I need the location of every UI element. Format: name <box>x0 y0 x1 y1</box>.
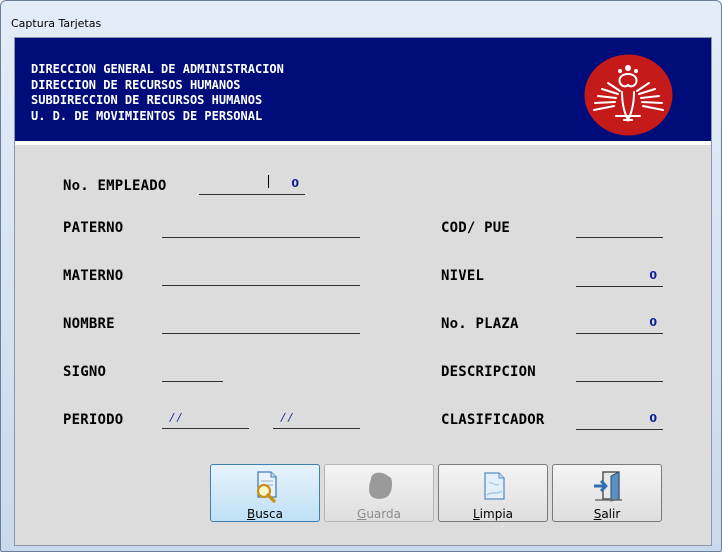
periodo-from-input[interactable]: / / <box>162 411 249 429</box>
window-title: Captura Tarjetas <box>11 17 102 30</box>
periodo-label: PERIODO <box>63 412 124 428</box>
nombre-input[interactable] <box>162 316 360 334</box>
materno-label: MATERNO <box>63 268 124 284</box>
paterno-label: PATERNO <box>63 220 124 236</box>
nivel-label: NIVEL <box>441 268 485 284</box>
header-banner: DIRECCION GENERAL DE ADMINISTRACION DIRE… <box>15 38 711 145</box>
guarda-button-label: Guarda <box>357 507 401 521</box>
limpia-button[interactable]: Limpia <box>438 464 548 522</box>
clasificador-label: CLASIFICADOR <box>441 412 545 428</box>
banner-line-1: DIRECCION GENERAL DE ADMINISTRACION <box>31 62 284 76</box>
search-document-icon <box>256 471 277 503</box>
banner-line-4: U. D. DE MOVIMIENTOS DE PERSONAL <box>31 108 263 123</box>
salir-button[interactable]: Salir <box>552 464 662 522</box>
periodo-to-input[interactable]: / / <box>273 411 360 429</box>
plaza-input[interactable]: 0 <box>576 316 663 334</box>
codpue-input[interactable] <box>576 220 663 238</box>
banner-text: DIRECCION GENERAL DE ADMINISTRACION DIRE… <box>31 62 284 124</box>
exit-door-icon <box>594 471 622 502</box>
clasificador-input[interactable]: 0 <box>576 412 663 430</box>
signo-label: SIGNO <box>63 364 107 380</box>
form-client-area: DIRECCION GENERAL DE ADMINISTRACION DIRE… <box>14 37 712 546</box>
clear-document-icon <box>484 472 505 500</box>
banner-line-3: SUBDIRECCION DE RECURSOS HUMANOS <box>31 93 263 107</box>
codpue-label: COD/ PUE <box>441 220 511 236</box>
empleado-label: No. EMPLEADO <box>63 178 167 194</box>
descripcion-input[interactable] <box>576 364 663 382</box>
app-window: Captura Tarjetas DIRECCION GENERAL DE AD… <box>0 0 722 552</box>
materno-input[interactable] <box>162 268 360 286</box>
descripcion-label: DESCRIPCION <box>441 364 536 380</box>
institution-logo-icon <box>584 54 673 136</box>
guarda-button[interactable]: Guarda <box>324 464 434 522</box>
salir-button-label: Salir <box>593 507 621 521</box>
limpia-button-label: Limpia <box>472 507 513 521</box>
banner-line-2: DIRECCION DE RECURSOS HUMANOS <box>31 77 241 92</box>
empleado-input[interactable]: 0 <box>199 177 305 195</box>
nivel-input[interactable]: 0 <box>576 269 663 287</box>
plaza-label: No. PLAZA <box>441 316 519 332</box>
paterno-input[interactable] <box>162 220 360 238</box>
nombre-label: NOMBRE <box>63 316 115 332</box>
signo-input[interactable] <box>162 364 223 382</box>
text-caret <box>268 175 269 188</box>
busca-button[interactable]: Busca <box>210 464 320 522</box>
save-icon <box>369 472 393 499</box>
busca-button-label: Busca <box>246 507 284 521</box>
